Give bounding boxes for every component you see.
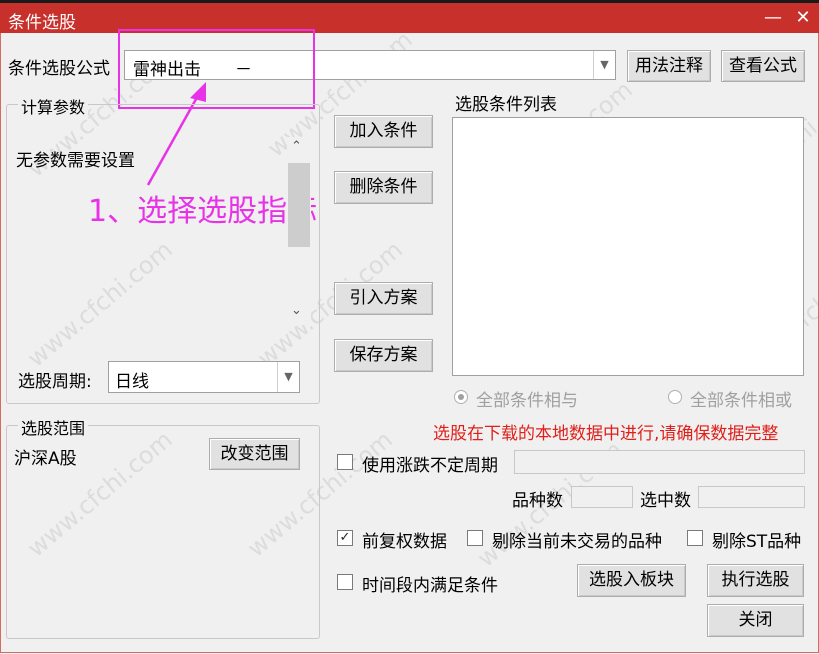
selected-count-field: [698, 486, 805, 508]
params-scrollbar[interactable]: ⌃ ⌄: [287, 137, 311, 325]
formula-label: 条件选股公式: [8, 59, 110, 79]
import-plan-button[interactable]: 引入方案: [334, 282, 433, 315]
uncertain-period-checkbox[interactable]: [337, 454, 353, 470]
condition-list-label: 选股条件列表: [455, 95, 557, 115]
params-group-label: 计算参数: [18, 94, 89, 118]
variety-count-label: 品种数: [512, 491, 563, 511]
radio-all-and[interactable]: [454, 390, 468, 404]
chevron-down-icon[interactable]: ▼: [593, 51, 615, 79]
add-condition-button[interactable]: 加入条件: [334, 115, 433, 148]
to-block-button[interactable]: 选股入板块: [577, 564, 686, 597]
radio-all-or[interactable]: [668, 390, 682, 404]
range-value: 沪深A股: [14, 449, 77, 469]
warning-text: 选股在下载的本地数据中进行,请确保数据完整: [433, 424, 779, 444]
chevron-down-icon[interactable]: ▼: [277, 362, 299, 392]
timespan-label: 时间段内满足条件: [362, 576, 498, 596]
fuquan-checkbox[interactable]: ✓: [337, 530, 353, 546]
window-title: 条件选股: [8, 13, 76, 33]
variety-count-field: [571, 486, 633, 508]
chevron-down-icon[interactable]: ⌄: [291, 303, 302, 318]
radio-all-or-label: 全部条件相或: [690, 391, 792, 411]
close-button[interactable]: 关闭: [707, 604, 804, 637]
exclude-st-label: 剔除ST品种: [712, 532, 802, 552]
period-select[interactable]: 日线 ▼: [108, 361, 300, 393]
change-range-button[interactable]: 改变范围: [209, 438, 300, 470]
delete-condition-button[interactable]: 删除条件: [334, 171, 433, 204]
timespan-checkbox[interactable]: [337, 574, 353, 590]
radio-all-and-label: 全部条件相与: [476, 391, 578, 411]
exclude-untraded-label: 剔除当前未交易的品种: [492, 532, 662, 552]
exclude-st-checkbox[interactable]: [687, 530, 703, 546]
period-label: 选股周期:: [18, 372, 92, 392]
minimize-icon[interactable]: —: [760, 6, 786, 30]
run-selection-button[interactable]: 执行选股: [707, 564, 804, 597]
selected-count-label: 选中数: [640, 491, 691, 511]
close-icon[interactable]: ✕: [790, 6, 816, 30]
period-value: 日线: [115, 372, 149, 392]
fuquan-label: 前复权数据: [362, 532, 447, 552]
condition-list[interactable]: [452, 117, 804, 376]
exclude-untraded-checkbox[interactable]: [467, 530, 483, 546]
scrollbar-thumb[interactable]: [288, 163, 310, 247]
uncertain-period-field[interactable]: [514, 450, 805, 474]
save-plan-button[interactable]: 保存方案: [334, 339, 433, 372]
range-group-label: 选股范围: [18, 415, 89, 439]
view-formula-button[interactable]: 查看公式: [721, 50, 805, 82]
chevron-up-icon[interactable]: ⌃: [291, 139, 302, 154]
uncertain-period-label: 使用涨跌不定周期: [362, 456, 498, 476]
usage-button[interactable]: 用法注释: [627, 50, 711, 82]
no-params-text: 无参数需要设置: [16, 151, 135, 171]
